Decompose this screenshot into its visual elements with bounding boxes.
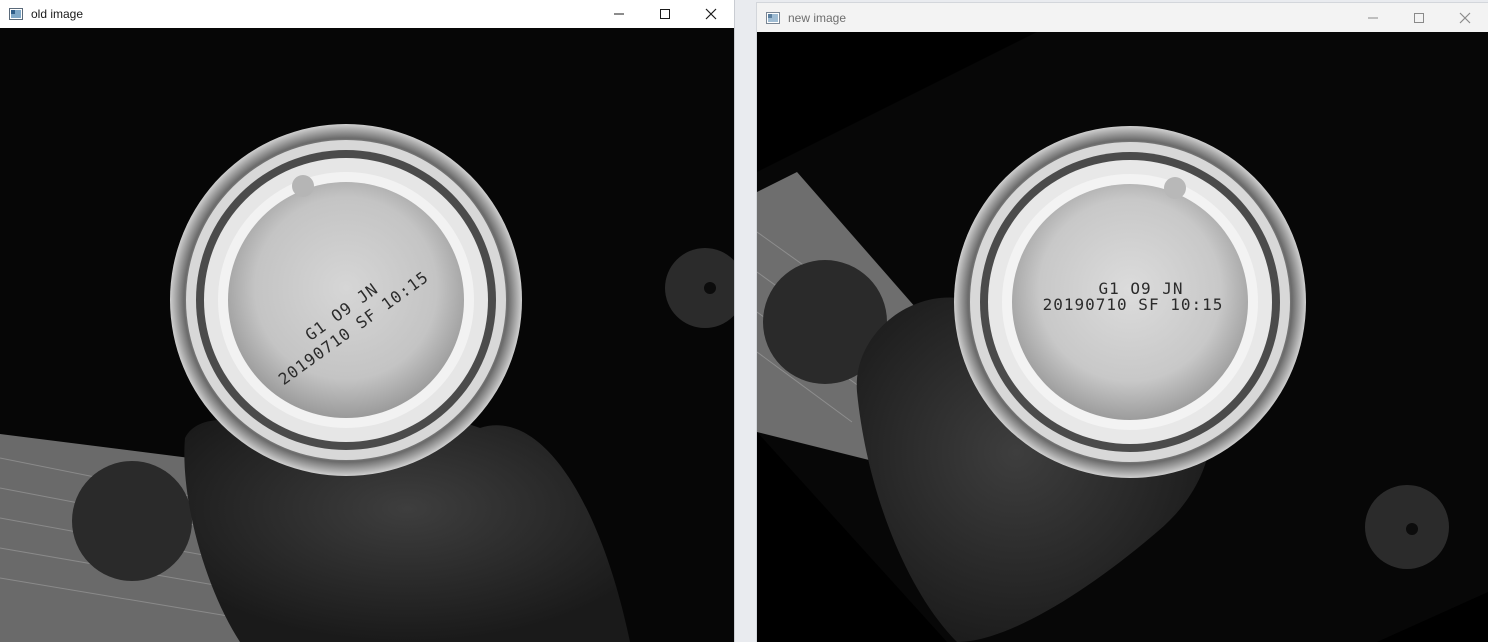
can-bottom-photo: G1 O9 JN 20190710 SF 10:15 (0, 28, 734, 642)
maximize-button[interactable] (642, 0, 688, 28)
rotated-can-photo: G1 O9 JN 20190710 SF 10:15 (757, 32, 1488, 642)
close-icon (705, 8, 717, 20)
new-image-titlebar[interactable]: new image (757, 3, 1488, 32)
minimize-icon (614, 13, 624, 15)
minimize-button[interactable] (596, 0, 642, 28)
minimize-icon (1368, 17, 1378, 18)
new-image-canvas: G1 O9 JN 20190710 SF 10:15 (757, 32, 1488, 642)
close-button[interactable] (1442, 3, 1488, 32)
old-image-window[interactable]: old image G1 O9 JN 20190710 SF 10:15 (0, 0, 734, 642)
maximize-button[interactable] (1396, 3, 1442, 32)
window-title: old image (31, 7, 84, 21)
close-button[interactable] (688, 0, 734, 28)
old-image-canvas: G1 O9 JN 20190710 SF 10:15 (0, 28, 734, 642)
close-icon (1459, 12, 1471, 23)
window-title: new image (788, 10, 847, 25)
opencv-window-icon (9, 8, 23, 20)
opencv-window-icon (766, 11, 780, 24)
old-image-titlebar[interactable]: old image (0, 0, 734, 28)
minimize-button[interactable] (1350, 3, 1396, 32)
maximize-icon (660, 9, 670, 19)
new-image-window[interactable]: new image G1 O9 JN 20190710 SF 10:15 (757, 3, 1488, 642)
maximize-icon (1414, 12, 1424, 23)
print-line-2: 20190710 SF 10:15 (1043, 295, 1224, 314)
